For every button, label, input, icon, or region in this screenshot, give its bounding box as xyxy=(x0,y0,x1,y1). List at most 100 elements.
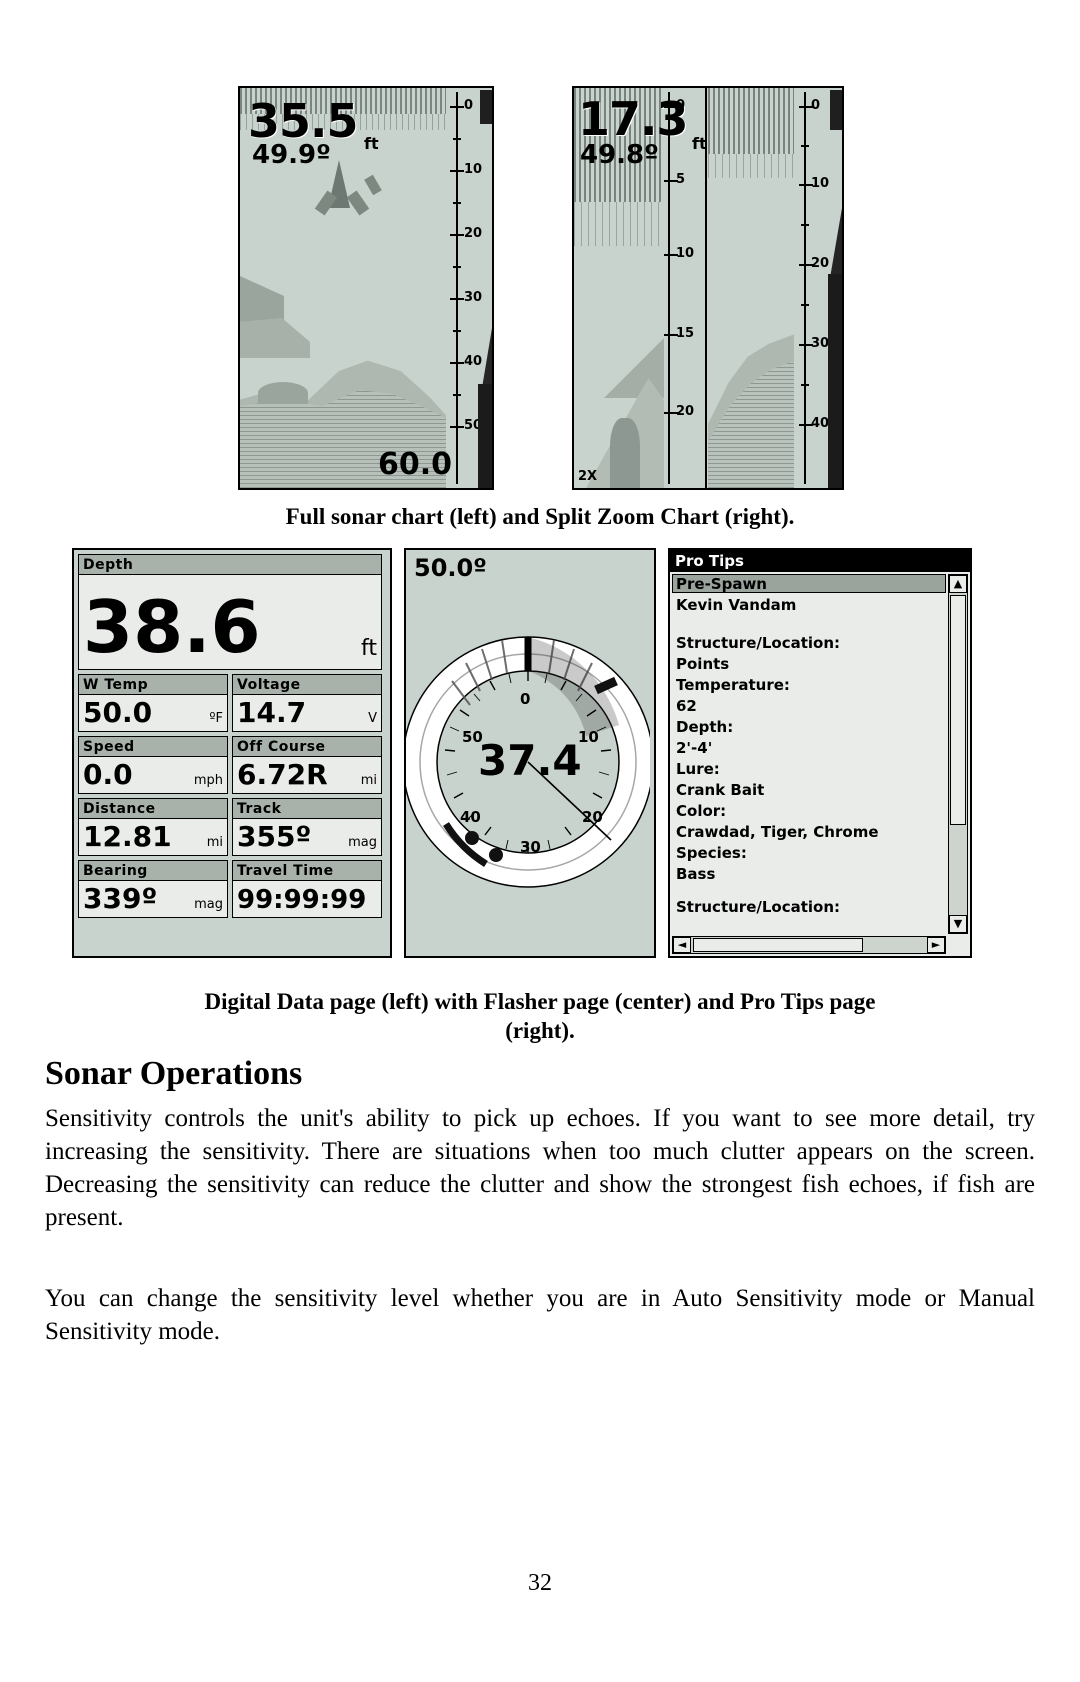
figure-caption-top: Full sonar chart (left) and Split Zoom C… xyxy=(285,504,795,529)
scale-label: 20 xyxy=(811,256,830,271)
dd-value-depth: 38.6 xyxy=(83,585,261,669)
pro-tips-author: Kevin Vandam xyxy=(676,596,797,614)
dd-value-speed: 0.0 xyxy=(83,758,133,791)
pro-tips-line: Points xyxy=(676,655,730,673)
scroll-down-icon[interactable]: ▼ xyxy=(949,915,967,933)
pro-tips-next-heading: Structure/Location: xyxy=(676,898,841,916)
dd-cell-track[interactable]: Track 355º mag xyxy=(232,798,382,856)
dial-label-20: 20 xyxy=(582,808,603,826)
scale-label: 30 xyxy=(811,336,830,351)
dd-unit-distance: mi xyxy=(206,835,223,850)
pro-tips-line: Color: xyxy=(676,802,727,820)
pro-tips-line: Crank Bait xyxy=(676,781,765,799)
pro-tips-line: Temperature: xyxy=(676,676,790,694)
dd-value-offcourse: 6.72R xyxy=(237,758,328,791)
scale-label: 10 xyxy=(676,246,695,261)
dd-unit-track: mag xyxy=(348,835,377,850)
dd-cell-bearing[interactable]: Bearing 339º mag xyxy=(78,860,228,918)
pro-tips-horizontal-scrollbar[interactable]: ◄ ► xyxy=(672,936,946,954)
full-chart-bottom-depth: 60.0 xyxy=(378,447,453,482)
dd-cell-traveltime[interactable]: Travel Time 99:99:99 xyxy=(232,860,382,918)
pro-tips-selected-label: Pre-Spawn xyxy=(676,575,767,593)
dd-cell-voltage[interactable]: Voltage 14.7 V xyxy=(232,674,382,732)
dd-value-voltage: 14.7 xyxy=(237,696,307,729)
scale-label: 20 xyxy=(676,404,695,419)
full-chart-depth: 35.5 xyxy=(248,94,358,148)
dd-title-depth: Depth xyxy=(79,555,381,575)
dd-value-distance: 12.81 xyxy=(83,820,172,853)
device-pages-row: Depth 38.6 ft W Temp 50.0 ºF Voltage 14.… xyxy=(0,548,1080,968)
full-chart-temperature: 49.9º xyxy=(252,140,331,170)
zoom-depth-scale: 0 5 10 15 20 xyxy=(662,88,706,488)
pro-tips-line: Bass xyxy=(676,865,716,883)
full-pane-clutter-2 xyxy=(708,154,794,178)
paragraph-1: Sensitivity controls the unit's ability … xyxy=(45,1105,1035,1231)
scale-label: 0 xyxy=(464,98,474,113)
sonar-figure-row: 35.5 ft 49.9º 60.0 0 10 20 30 40 50 17.3… xyxy=(0,86,1080,496)
flasher-page: 50.0º 0 10 20 30 40 50 37.4 xyxy=(404,548,656,958)
dd-cell-wtemp[interactable]: W Temp 50.0 ºF xyxy=(78,674,228,732)
split-chart-temperature: 49.8º xyxy=(580,140,659,170)
pro-tips-title: Pro Tips xyxy=(670,550,970,572)
page-number: 32 xyxy=(528,1570,552,1596)
bottom-hump xyxy=(258,382,308,404)
dd-value-traveltime: 99:99:99 xyxy=(237,885,367,915)
pro-tips-vertical-scrollbar[interactable]: ▲ ▼ xyxy=(948,574,968,934)
pro-tips-line: Structure/Location: xyxy=(676,634,841,652)
scale-label: 30 xyxy=(464,290,483,305)
pro-tips-page: Pro Tips Pre-Spawn Kevin Vandam Structur… xyxy=(668,548,972,958)
dd-cell-speed[interactable]: Speed 0.0 mph xyxy=(78,736,228,794)
scale-label: 40 xyxy=(811,416,830,431)
dd-unit-bearing: mag xyxy=(194,897,223,912)
scale-label: 15 xyxy=(676,326,695,341)
dd-cell-distance[interactable]: Distance 12.81 mi xyxy=(78,798,228,856)
dd-title-offcourse: Off Course xyxy=(233,737,381,757)
dial-label-0: 0 xyxy=(520,690,531,708)
dd-title-speed: Speed xyxy=(79,737,227,757)
dd-title-traveltime: Travel Time xyxy=(233,861,381,881)
scale-label: 20 xyxy=(464,226,483,241)
dd-title-wtemp: W Temp xyxy=(79,675,227,695)
scroll-up-icon[interactable]: ▲ xyxy=(949,575,967,593)
scroll-left-icon[interactable]: ◄ xyxy=(673,937,691,953)
scale-label: 40 xyxy=(464,354,483,369)
dd-value-bearing: 339º xyxy=(83,882,158,915)
dd-unit-offcourse: mi xyxy=(360,773,377,788)
scroll-thumb-horizontal[interactable] xyxy=(693,938,863,952)
scale-label: 0 xyxy=(676,98,686,113)
dd-cell-depth[interactable]: Depth 38.6 ft xyxy=(78,554,382,670)
zoom-bottom-echo xyxy=(610,418,640,488)
split-zoom-chart: 17.3 ft 49.8º 2X 0 5 10 15 20 0 10 20 30… xyxy=(572,86,844,490)
paragraph-2: You can change the sensitivity level whe… xyxy=(45,1285,1035,1345)
scroll-thumb-vertical[interactable] xyxy=(950,595,966,825)
pro-tips-line: Depth: xyxy=(676,718,734,736)
full-pane-clutter xyxy=(708,88,794,158)
dd-unit-wtemp: ºF xyxy=(209,711,223,726)
scale-axis xyxy=(668,92,670,484)
digital-data-page: Depth 38.6 ft W Temp 50.0 ºF Voltage 14.… xyxy=(72,548,392,958)
pro-tips-line: 62 xyxy=(676,697,697,715)
dd-value-track: 355º xyxy=(237,820,312,853)
pro-tips-line: Species: xyxy=(676,844,747,862)
dial-label-40: 40 xyxy=(460,808,481,826)
scale-label: 5 xyxy=(676,172,686,187)
dd-title-distance: Distance xyxy=(79,799,227,819)
scale-label: 10 xyxy=(811,176,830,191)
flasher-depth-value: 37.4 xyxy=(478,736,582,785)
full-sonar-chart: 35.5 ft 49.9º 60.0 0 10 20 30 40 50 xyxy=(238,86,494,490)
pro-tips-line: Crawdad, Tiger, Chrome xyxy=(676,823,879,841)
zoom-factor-label: 2X xyxy=(578,469,598,484)
page-title: Sonar Operations xyxy=(45,1055,303,1092)
figure-caption-mid-line1: Digital Data page (left) with Flasher pa… xyxy=(204,989,876,1014)
scroll-right-icon[interactable]: ► xyxy=(927,937,945,953)
dd-cell-offcourse[interactable]: Off Course 6.72R mi xyxy=(232,736,382,794)
dd-title-bearing: Bearing xyxy=(79,861,227,881)
dd-value-wtemp: 50.0 xyxy=(83,696,153,729)
scale-label: 0 xyxy=(811,98,821,113)
dd-unit-speed: mph xyxy=(193,773,223,788)
figure-caption-mid: Digital Data page (left) with Flasher pa… xyxy=(0,988,1080,1046)
dd-title-voltage: Voltage xyxy=(233,675,381,695)
full-chart-depth-unit: ft xyxy=(364,134,379,153)
figure-caption-mid-line2: (right). xyxy=(505,1017,575,1043)
dd-title-track: Track xyxy=(233,799,381,819)
